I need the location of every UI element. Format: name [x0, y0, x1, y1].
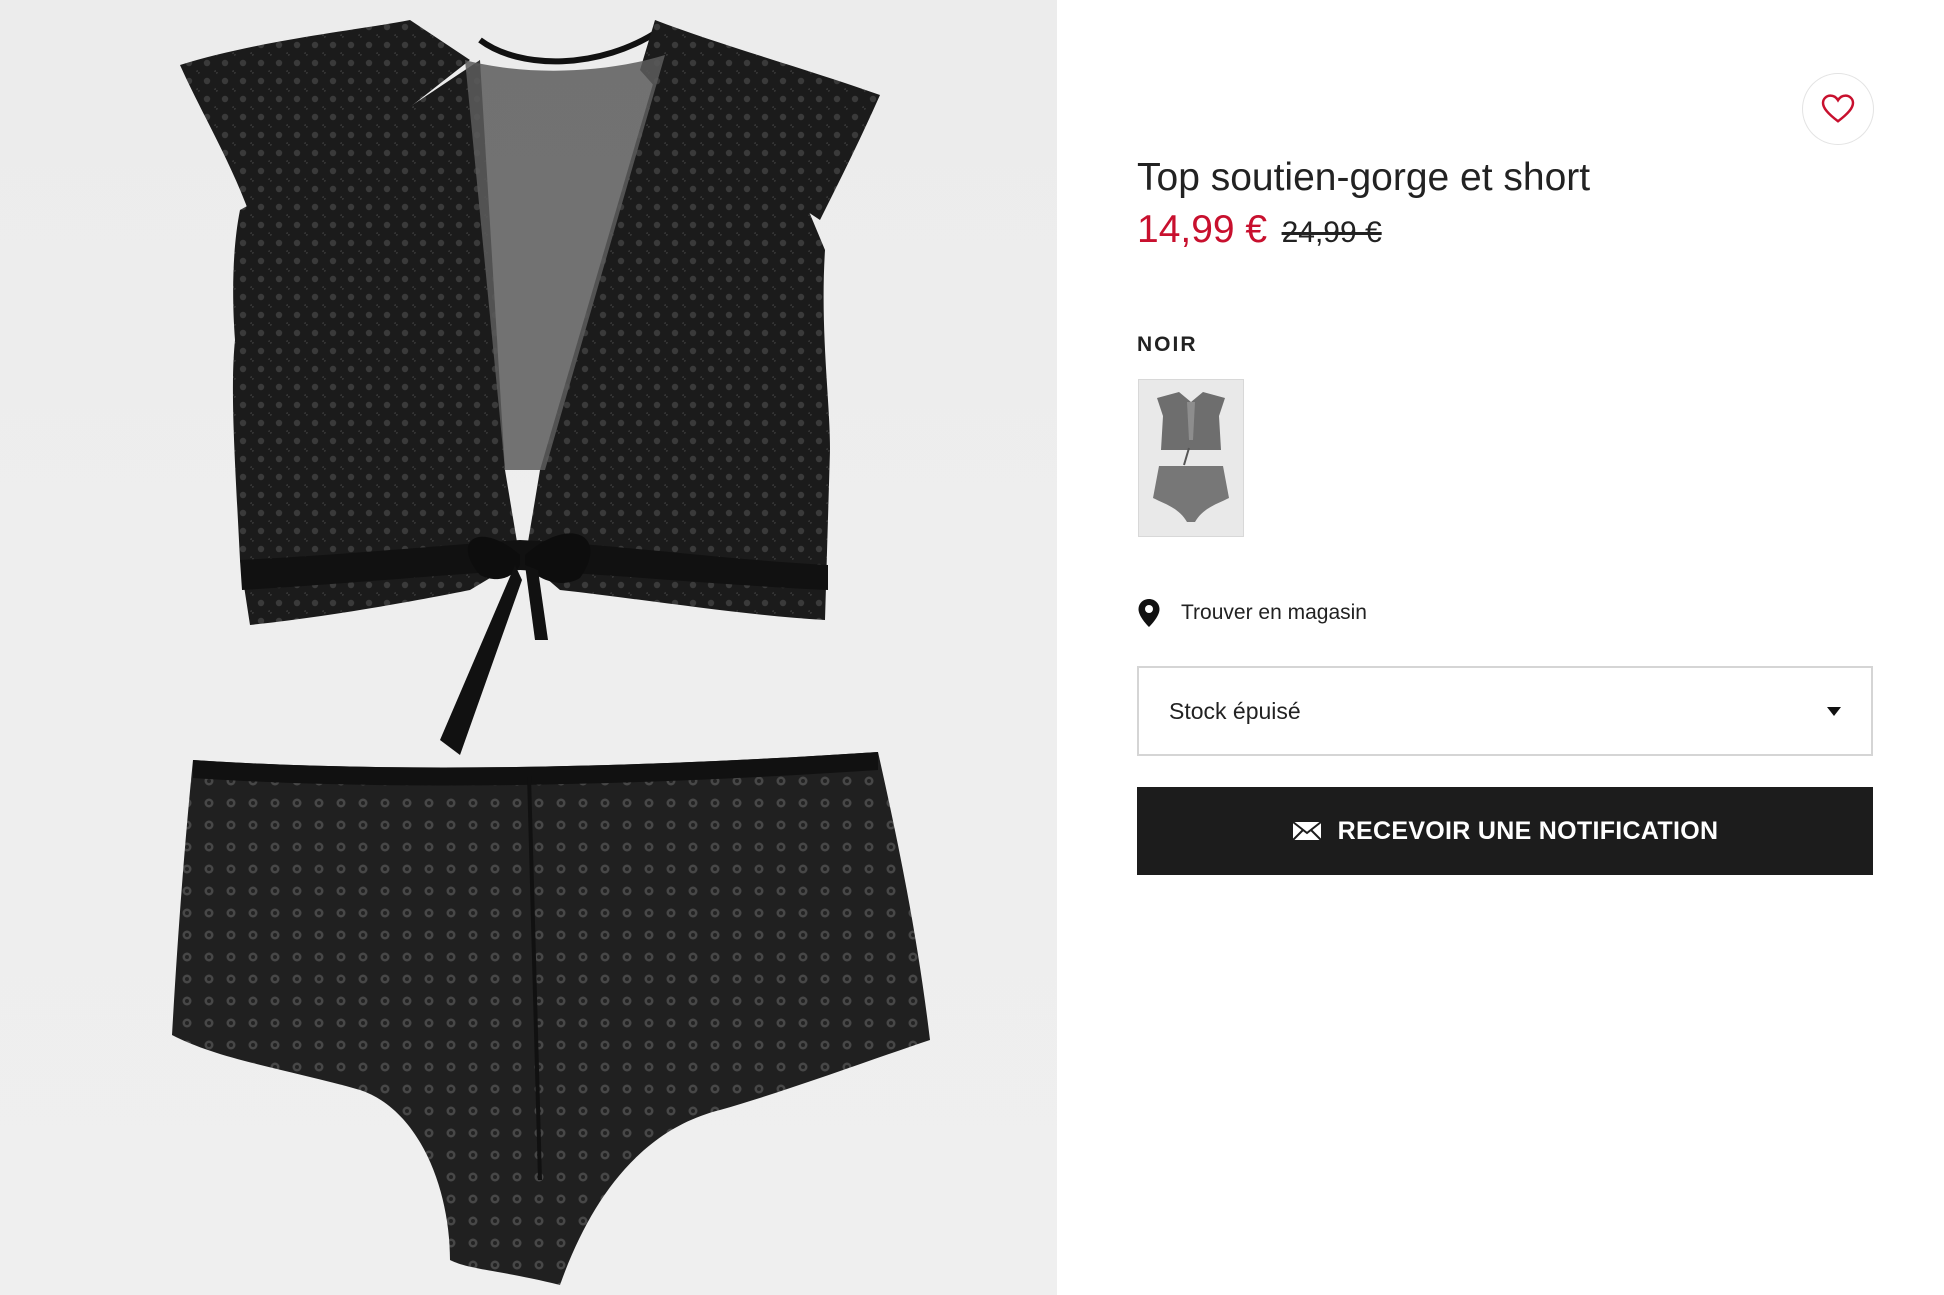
find-in-store-label: Trouver en magasin: [1181, 601, 1367, 624]
color-swatch-black[interactable]: [1139, 380, 1243, 536]
caret-down-icon: [1827, 707, 1841, 716]
lingerie-illustration: [172, 20, 930, 1285]
product-page: Top soutien-gorge et short 14,99 € 24,99…: [0, 0, 1944, 1295]
price-row: 14,99 € 24,99 €: [1137, 208, 1382, 252]
size-select[interactable]: Stock épuisé: [1137, 666, 1873, 756]
notify-button-label: RECEVOIR UNE NOTIFICATION: [1337, 816, 1719, 845]
product-title: Top soutien-gorge et short: [1137, 156, 1591, 199]
size-select-value: Stock épuisé: [1169, 697, 1301, 724]
product-image: [0, 0, 1057, 1295]
find-in-store-link[interactable]: Trouver en magasin: [1137, 598, 1367, 628]
price-old: 24,99 €: [1281, 216, 1382, 249]
swatch-thumbnail: [1139, 380, 1243, 536]
notify-button[interactable]: RECEVOIR UNE NOTIFICATION: [1137, 787, 1873, 875]
envelope-icon: [1291, 821, 1322, 841]
price-current: 14,99 €: [1137, 208, 1268, 251]
color-name: NOIR: [1137, 333, 1198, 356]
location-pin-icon: [1138, 599, 1160, 627]
heart-icon: [1821, 94, 1855, 123]
favorite-button[interactable]: [1803, 74, 1873, 144]
